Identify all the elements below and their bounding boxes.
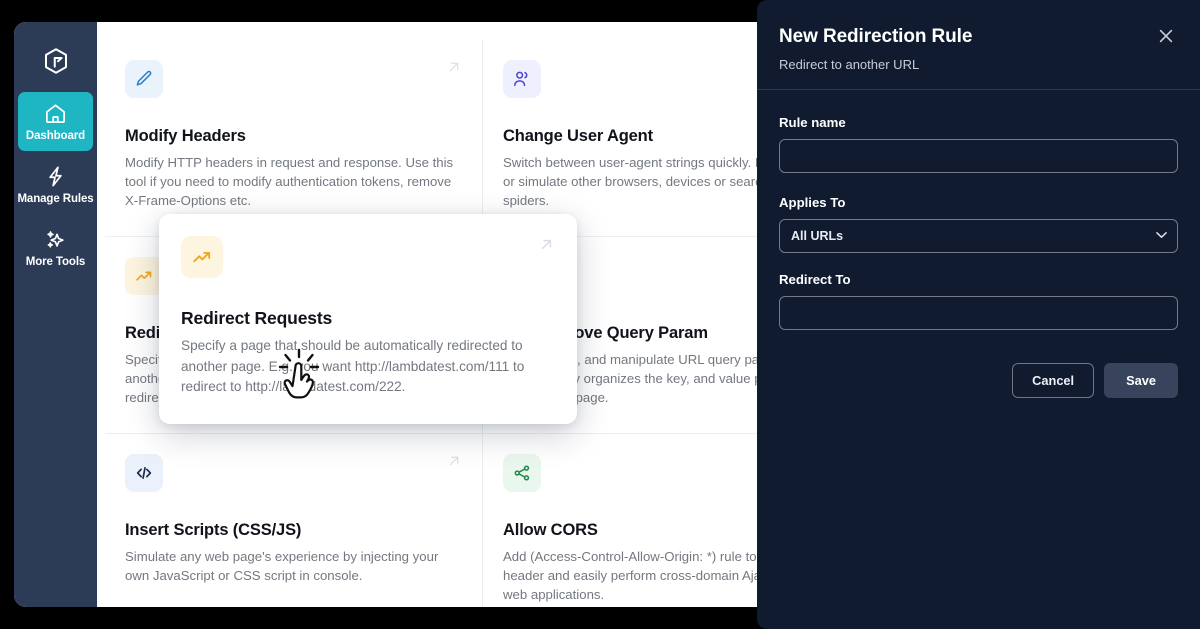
code-icon (136, 467, 152, 479)
share-nodes-icon (514, 465, 530, 481)
sidebar-item-manage-rules[interactable]: Manage Rules (17, 155, 94, 214)
card-icon-badge (125, 454, 163, 492)
card-description: Specify a page that should be automatica… (181, 338, 525, 394)
panel-title: New Redirection Rule (779, 26, 973, 47)
lightning-bolt-icon (49, 166, 62, 187)
new-rule-panel: New Redirection Rule Redirect to another… (757, 0, 1200, 629)
trending-up-icon (136, 271, 152, 281)
sidebar-item-dashboard[interactable]: Dashboard (18, 92, 93, 151)
trending-up-icon (193, 252, 211, 263)
card-icon-badge (125, 257, 163, 295)
card-icon-badge (503, 454, 541, 492)
rule-name-input[interactable] (779, 139, 1178, 173)
sidebar-item-label: Manage Rules (17, 193, 94, 205)
pencil-icon (136, 70, 152, 86)
redirect-to-label: Redirect To (779, 272, 851, 287)
sparkles-icon (47, 231, 64, 248)
applies-to-select[interactable]: All URLs (779, 219, 1178, 253)
card-icon-badge (125, 60, 163, 98)
users-icon (514, 71, 528, 87)
redirect-to-input[interactable] (779, 296, 1178, 330)
card-title: Modify Headers (125, 127, 246, 145)
arrow-up-right-icon[interactable] (446, 453, 462, 469)
arrow-up-right-icon[interactable] (538, 236, 555, 253)
panel-form: Rule name Applies To All URLs Redirect T… (757, 90, 1200, 398)
screen-root: Dashboard Manage Rules More Tools Modify… (0, 0, 1200, 629)
card-description: Simulate any web page's experience by in… (125, 549, 439, 583)
tool-card-redirect-requests-hover[interactable]: Redirect Requests Specify a page that sh… (159, 214, 577, 424)
panel-header: New Redirection Rule Redirect to another… (757, 0, 1200, 90)
sidebar-item-label: More Tools (25, 256, 86, 268)
hexagon-arrow-logo-icon (44, 48, 67, 74)
tool-card-insert-scripts[interactable]: Insert Scripts (CSS/JS) Simulate any web… (105, 434, 483, 607)
panel-subtitle: Redirect to another URL (779, 57, 920, 72)
sidebar-item-more-tools[interactable]: More Tools (18, 218, 93, 277)
card-title: Insert Scripts (CSS/JS) (125, 521, 302, 539)
card-description: Modify HTTP headers in request and respo… (125, 155, 454, 208)
applies-to-label: Applies To (779, 195, 846, 210)
app-logo[interactable] (14, 30, 97, 92)
panel-actions: Cancel Save (779, 363, 1178, 398)
tool-card-modify-headers[interactable]: Modify Headers Modify HTTP headers in re… (105, 40, 483, 237)
rule-name-label: Rule name (779, 115, 846, 130)
sidebar: Dashboard Manage Rules More Tools (14, 22, 97, 607)
home-icon (46, 104, 65, 123)
applies-to-select-wrap: All URLs (779, 219, 1178, 253)
cancel-button[interactable]: Cancel (1012, 363, 1095, 398)
card-icon-badge (181, 236, 223, 278)
arrow-up-right-icon[interactable] (446, 59, 462, 75)
save-button[interactable]: Save (1104, 363, 1178, 398)
close-icon[interactable] (1156, 26, 1176, 46)
sidebar-item-label: Dashboard (25, 130, 86, 142)
card-title: Redirect Requests (181, 308, 333, 328)
card-icon-badge (503, 60, 541, 98)
